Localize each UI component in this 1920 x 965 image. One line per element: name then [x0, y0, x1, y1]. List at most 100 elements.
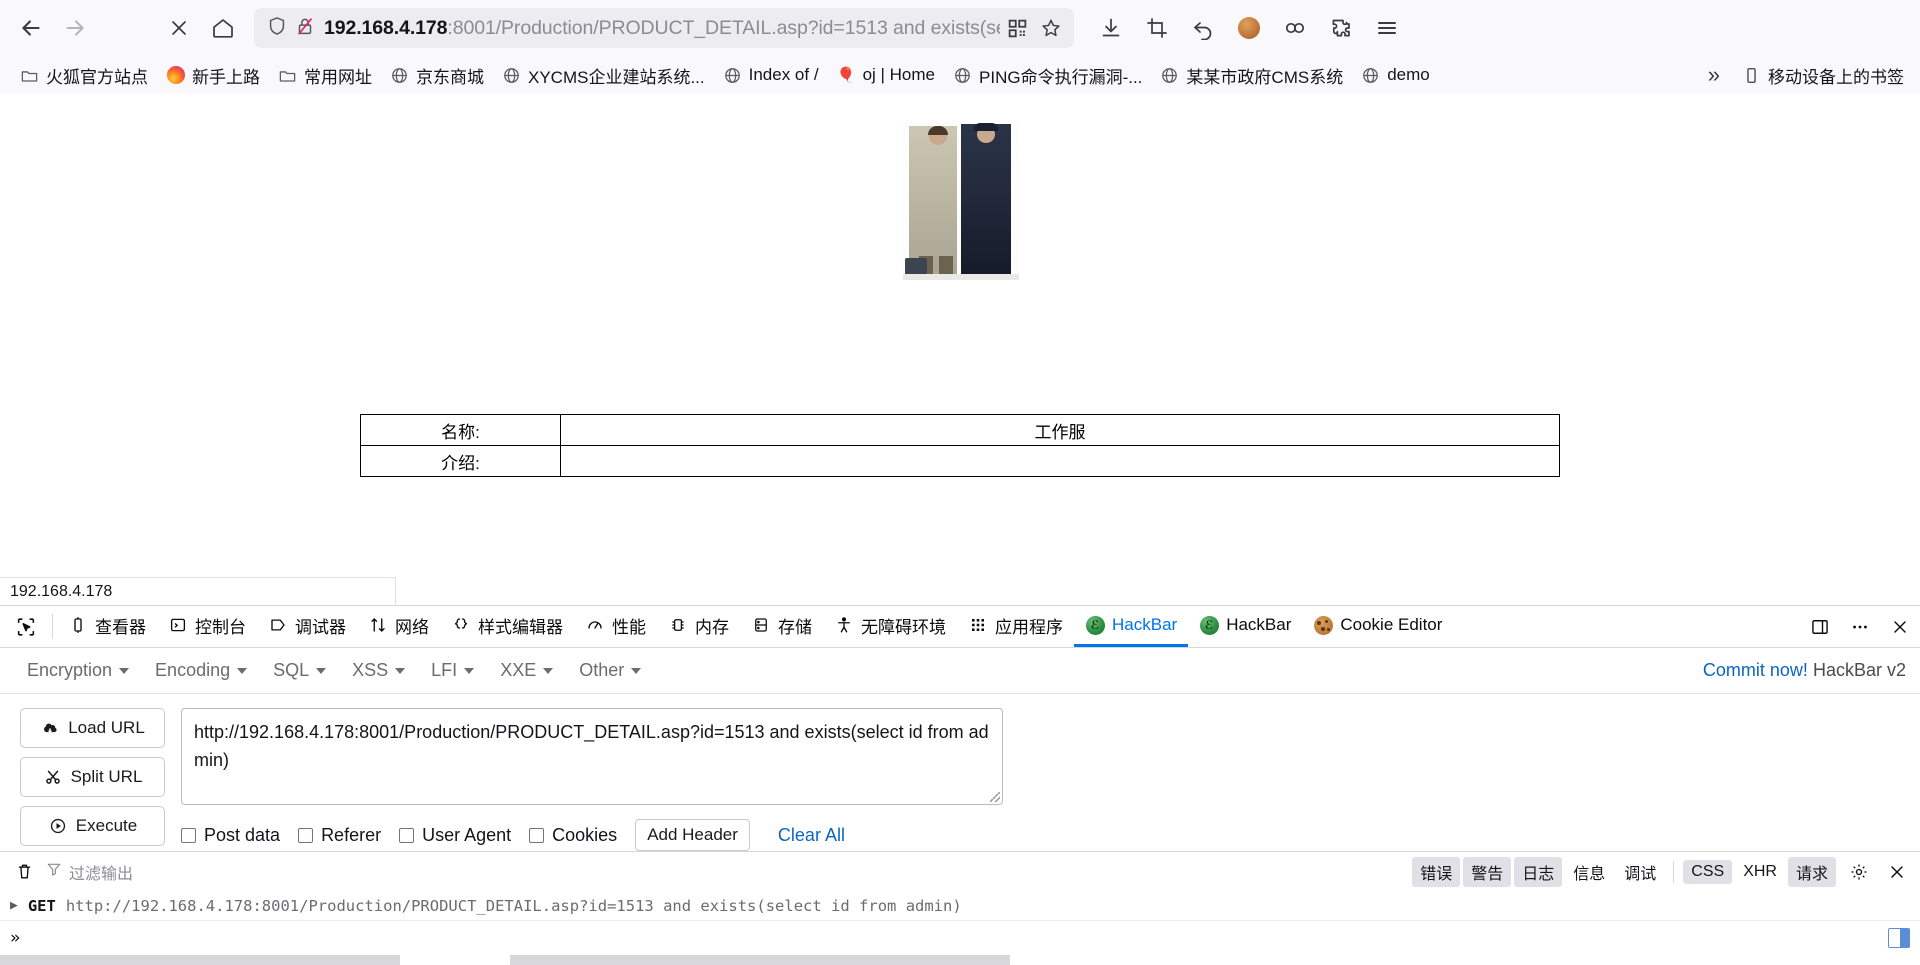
- dock-toggle-icon[interactable]: [1800, 606, 1840, 647]
- bookmark-item[interactable]: 新手上路: [158, 60, 268, 91]
- bookmark-item[interactable]: 火狐官方站点: [12, 60, 156, 91]
- expand-arrow-icon[interactable]: ▶: [10, 898, 18, 913]
- hackbar-menu-lfi[interactable]: LFI: [418, 655, 487, 686]
- style-editor-icon: [451, 615, 471, 635]
- devtools-tab-accessibility[interactable]: 无障碍环境: [823, 606, 957, 647]
- devtools-tab-cookie-editor[interactable]: Cookie Editor: [1302, 606, 1453, 647]
- hackbar-menu-encryption[interactable]: Encryption: [14, 655, 142, 686]
- devtools-tab-memory[interactable]: 内存: [657, 606, 740, 647]
- devtools-tab-storage[interactable]: 存储: [740, 606, 823, 647]
- chip-xhr[interactable]: XHR: [1735, 860, 1785, 884]
- chip-warnings[interactable]: 警告: [1463, 856, 1512, 887]
- execute-button[interactable]: Execute: [20, 806, 165, 846]
- shield-icon[interactable]: [266, 15, 288, 42]
- globe-icon: [1361, 66, 1380, 85]
- clear-all-link[interactable]: Clear All: [778, 825, 845, 846]
- hackbar-url-textarea[interactable]: http://192.168.4.178:8001/Production/PRO…: [181, 708, 1003, 805]
- console-editor-toggle-icon[interactable]: [1888, 928, 1910, 948]
- console-close-icon[interactable]: [1882, 862, 1912, 882]
- stop-button[interactable]: [158, 7, 200, 49]
- hackbar-commit-link[interactable]: Commit now! HackBar v2: [1703, 660, 1906, 681]
- user-agent-checkbox[interactable]: User Agent: [399, 825, 511, 846]
- url-bar[interactable]: 192.168.4.178:8001/Production/PRODUCT_DE…: [254, 8, 1074, 48]
- bookmark-item[interactable]: 常用网址: [270, 60, 380, 91]
- sync-icon[interactable]: [1274, 7, 1316, 49]
- app-menu-icon[interactable]: [1366, 7, 1408, 49]
- url-host: 192.168.4.178: [324, 16, 448, 39]
- devtools-tab-hackbar-2[interactable]: ℰ HackBar: [1188, 606, 1302, 647]
- product-image: [903, 120, 1019, 280]
- downloads-icon[interactable]: [1090, 7, 1132, 49]
- bookmark-star-icon[interactable]: [1034, 11, 1068, 45]
- bookmark-item[interactable]: 🎈 oj | Home: [829, 62, 943, 88]
- devtools-tab-hackbar-1[interactable]: ℰ HackBar: [1074, 606, 1189, 647]
- home-button[interactable]: [202, 7, 244, 49]
- checkbox-icon[interactable]: [181, 827, 196, 843]
- devtools-tab-performance[interactable]: 性能: [574, 606, 657, 647]
- back-button[interactable]: [10, 7, 52, 49]
- devtools-panel: 查看器 控制台 调试器 网络 样式编辑器 性能 内存 存储 无障碍环境 应用程序…: [0, 605, 1920, 955]
- mobile-bookmarks-label: 移动设备上的书签: [1768, 67, 1904, 87]
- cookies-checkbox[interactable]: Cookies: [529, 825, 617, 846]
- hackbar-menu-encoding[interactable]: Encoding: [142, 655, 260, 686]
- checkbox-icon[interactable]: [529, 827, 545, 843]
- chip-info[interactable]: 信息: [1565, 857, 1613, 887]
- hackbar-menu-other[interactable]: Other: [566, 655, 654, 686]
- post-data-checkbox[interactable]: Post data: [181, 825, 280, 846]
- bookmark-item[interactable]: 某某市政府CMS系统: [1152, 60, 1351, 91]
- menu-label: XXE: [500, 660, 537, 680]
- globe-icon: [953, 66, 972, 85]
- checkbox-icon[interactable]: [399, 827, 415, 843]
- bookmark-item[interactable]: Index of /: [715, 62, 827, 88]
- mobile-bookmarks-item[interactable]: 移动设备上的书签: [1734, 60, 1912, 91]
- bookmark-item[interactable]: XYCMS企业建站系统...: [494, 60, 713, 91]
- devtools-tab-style-editor[interactable]: 样式编辑器: [440, 606, 574, 647]
- globe-icon: [1160, 66, 1179, 85]
- console-settings-icon[interactable]: [1844, 862, 1874, 882]
- chip-debug[interactable]: 调试: [1616, 857, 1664, 887]
- url-text[interactable]: 192.168.4.178:8001/Production/PRODUCT_DE…: [324, 17, 1000, 40]
- bookmark-item[interactable]: PING命令执行漏洞-...: [945, 60, 1150, 91]
- menu-label: SQL: [273, 660, 310, 680]
- console-prompt-input[interactable]: »: [0, 921, 1920, 955]
- bookmark-item[interactable]: 京东商城: [382, 60, 492, 91]
- devtools-tab-console[interactable]: 控制台: [157, 606, 257, 647]
- devtools-tab-network[interactable]: 网络: [357, 606, 440, 647]
- console-filter-input[interactable]: 过滤输出: [46, 860, 133, 884]
- referer-checkbox[interactable]: Referer: [298, 825, 381, 846]
- bookmark-item[interactable]: demo: [1353, 62, 1438, 88]
- qr-code-icon[interactable]: [1000, 11, 1034, 45]
- extensions-icon[interactable]: [1320, 7, 1362, 49]
- application-icon: [968, 615, 988, 635]
- devtools-more-icon[interactable]: [1840, 606, 1880, 647]
- chip-requests[interactable]: 请求: [1787, 856, 1836, 887]
- console-row[interactable]: ▶ GET http://192.168.4.178:8001/Producti…: [0, 891, 1920, 921]
- extension-avatar-icon[interactable]: [1228, 7, 1270, 49]
- devtools-tab-application[interactable]: 应用程序: [957, 606, 1074, 647]
- hackbar-menu-sql[interactable]: SQL: [260, 655, 339, 686]
- devtools-tab-inspector[interactable]: 查看器: [57, 606, 157, 647]
- chip-errors[interactable]: 错误: [1412, 856, 1461, 887]
- balloons-icon: 🎈: [836, 66, 856, 84]
- add-header-button[interactable]: Add Header: [635, 819, 750, 851]
- load-url-button[interactable]: Load URL: [20, 708, 165, 748]
- checkbox-icon[interactable]: [298, 827, 314, 843]
- lock-broken-icon[interactable]: [294, 15, 316, 42]
- chip-logs[interactable]: 日志: [1514, 856, 1563, 887]
- chip-css[interactable]: CSS: [1683, 859, 1733, 884]
- undo-icon[interactable]: [1182, 7, 1224, 49]
- clear-console-icon[interactable]: [10, 862, 38, 881]
- devtools-tab-label: 存储: [778, 617, 812, 637]
- hackbar-menu-xss[interactable]: XSS: [339, 655, 418, 686]
- element-picker-icon[interactable]: [4, 606, 48, 647]
- bookmarks-overflow-button[interactable]: »: [1696, 62, 1732, 88]
- devtools-tab-debugger[interactable]: 调试器: [257, 606, 357, 647]
- hackbar-menu-xxe[interactable]: XXE: [487, 655, 566, 686]
- screenshot-icon[interactable]: [1136, 7, 1178, 49]
- resize-handle-icon[interactable]: [990, 792, 1000, 802]
- devtools-close-icon[interactable]: [1880, 606, 1920, 647]
- split-url-button[interactable]: Split URL: [20, 757, 165, 797]
- forward-button[interactable]: [54, 7, 96, 49]
- storage-icon: [751, 615, 771, 635]
- filter-placeholder: 过滤输出: [69, 865, 134, 883]
